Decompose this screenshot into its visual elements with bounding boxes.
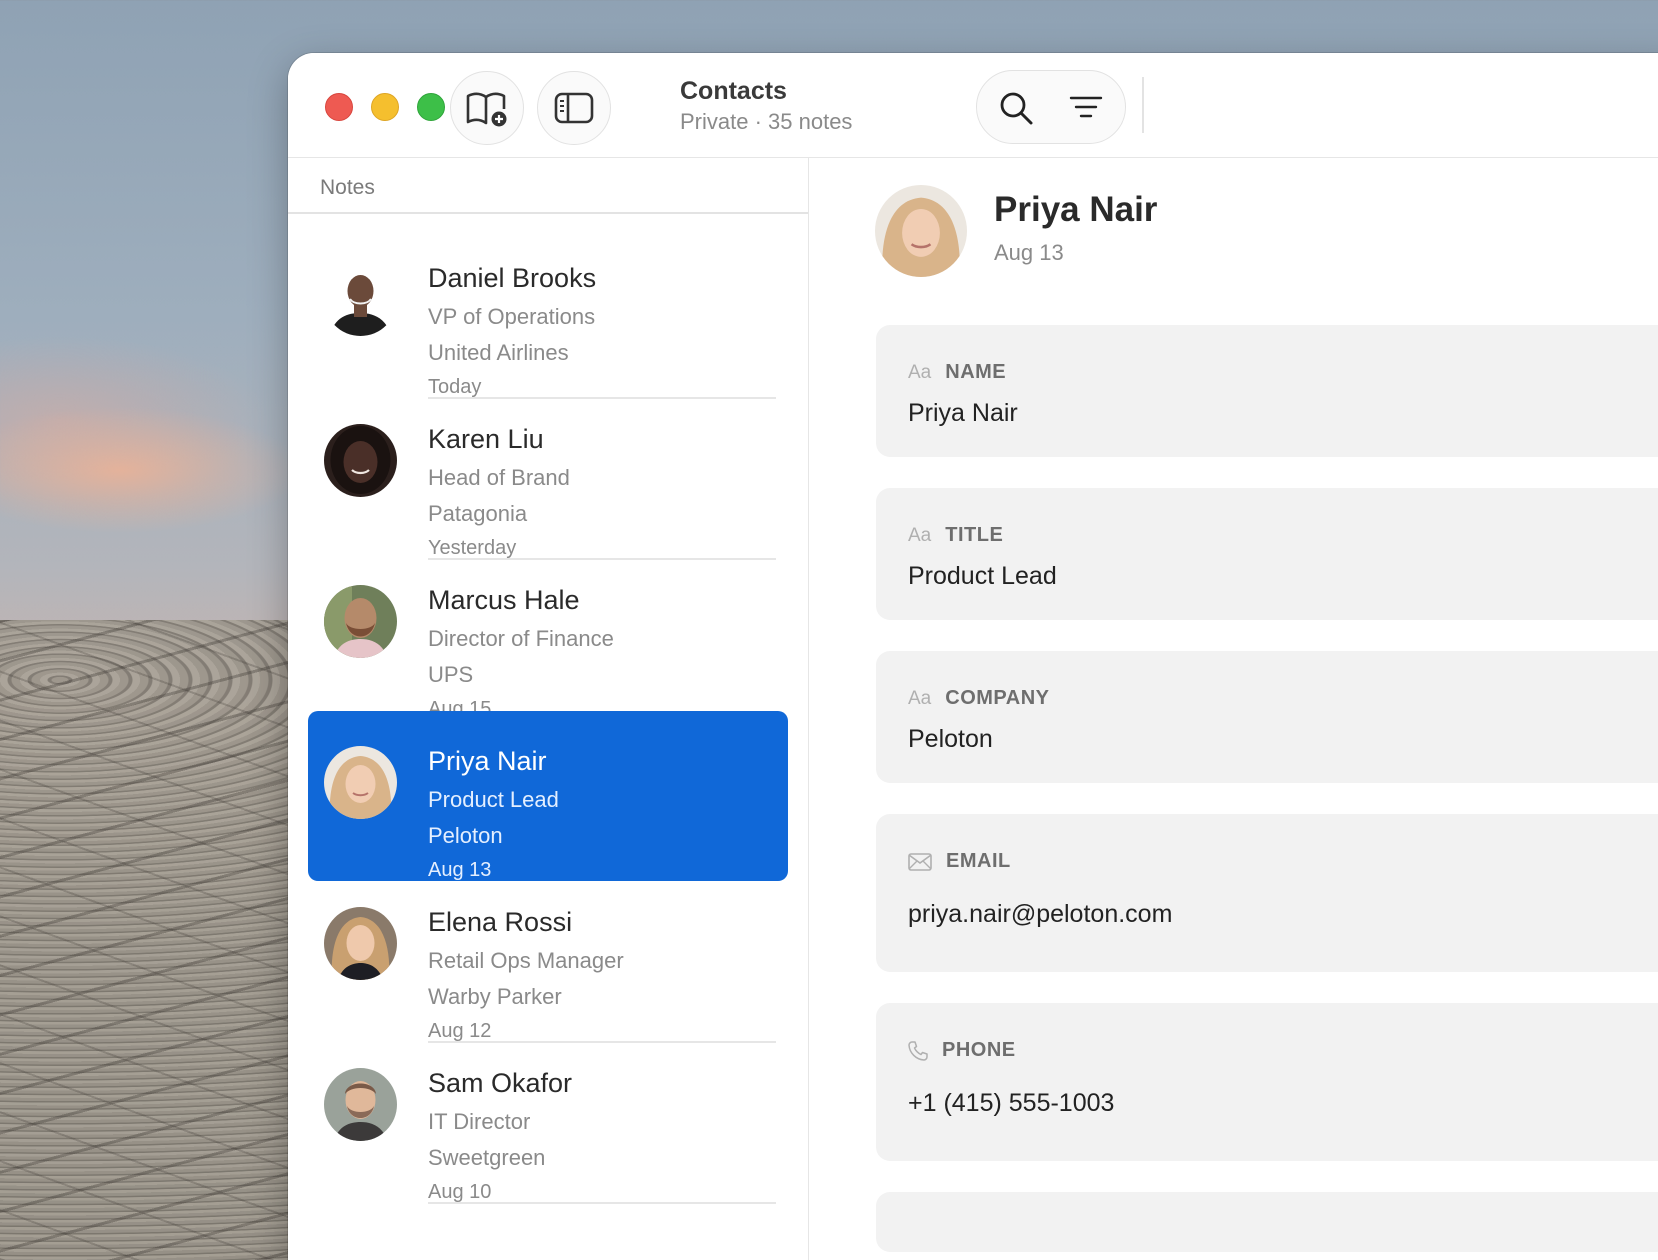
detail-avatar [875, 185, 967, 277]
contact-title: Head of Brand [428, 465, 570, 490]
avatar [324, 1068, 397, 1141]
field-value[interactable]: Priya Nair [908, 399, 1018, 428]
text-field-icon: Aa [908, 361, 932, 383]
book-plus-icon [466, 92, 507, 127]
field-next[interactable] [876, 1192, 1658, 1252]
field-company[interactable]: Aa COMPANY Peloton [876, 651, 1658, 783]
contact-name: Daniel Brooks [428, 263, 597, 293]
toolbar-divider [1142, 77, 1144, 133]
avatar [324, 746, 397, 819]
field-value[interactable]: +1 (415) 555-1003 [908, 1089, 1114, 1118]
divider [428, 1202, 776, 1204]
field-name[interactable]: Aa NAME Priya Nair [876, 325, 1658, 457]
phone-icon [908, 1040, 928, 1061]
notes-sidebar: Notes Daniel Brooks VP of Operations Uni… [288, 158, 809, 1260]
contact-company: United Airlines [428, 340, 569, 365]
field-value[interactable]: priya.nair@peloton.com [908, 900, 1172, 929]
list-item-selected[interactable]: Priya Nair Product Lead Peloton Aug 13 [308, 711, 788, 881]
filter-button[interactable] [1069, 93, 1103, 126]
detail-date: Aug 13 [994, 240, 1064, 265]
zoom-window-button[interactable] [417, 93, 445, 121]
search-button[interactable] [997, 89, 1035, 132]
contact-company: Patagonia [428, 501, 528, 526]
field-phone[interactable]: PHONE +1 (415) 555-1003 [876, 1003, 1658, 1161]
contact-title: VP of Operations [428, 304, 596, 329]
avatar [324, 424, 397, 497]
new-notebook-button[interactable] [450, 71, 524, 145]
field-label: NAME [945, 361, 1007, 383]
filter-lines-icon [1069, 96, 1103, 118]
list-item[interactable]: Daniel Brooks VP of Operations United Ai… [308, 228, 788, 399]
toolbar: Contacts Private · 35 notes [288, 53, 1658, 158]
wallpaper-texture [0, 620, 300, 1260]
search-filter-group [976, 70, 1126, 144]
sidebar-icon [554, 92, 594, 124]
field-label: COMPANY [945, 687, 1050, 709]
field-email[interactable]: EMAIL priya.nair@peloton.com [876, 814, 1658, 972]
field-label: EMAIL [946, 850, 1011, 872]
contact-title: Product Lead [428, 787, 559, 812]
field-value[interactable]: Peloton [908, 725, 993, 754]
contact-name: Marcus Hale [428, 585, 580, 615]
list-item[interactable]: Elena Rossi Retail Ops Manager Warby Par… [308, 872, 788, 1043]
note-date: Aug 10 [428, 1181, 492, 1203]
avatar [324, 263, 397, 336]
search-icon [1000, 92, 1033, 125]
list-item[interactable]: Sam Okafor IT Director Sweetgreen Aug 10 [308, 1033, 788, 1204]
field-label: TITLE [945, 524, 1004, 546]
list-item[interactable]: Marcus Hale Director of Finance UPS Aug … [308, 550, 788, 721]
field-value[interactable]: Product Lead [908, 562, 1057, 591]
contact-company: Warby Parker [428, 984, 562, 1009]
note-detail: Priya Nair Aug 13 Aa NAME Priya Nair Aa … [810, 158, 1658, 1260]
avatar [324, 907, 397, 980]
contact-name: Karen Liu [428, 424, 544, 454]
contact-company: Sweetgreen [428, 1145, 546, 1170]
close-window-button[interactable] [325, 93, 353, 121]
contact-name: Sam Okafor [428, 1068, 573, 1098]
field-label: PHONE [942, 1039, 1016, 1061]
app-window: Contacts Private · 35 notes Notes Daniel… [288, 53, 1658, 1260]
contact-name: Priya Nair [428, 746, 547, 776]
detail-name: Priya Nair [994, 190, 1158, 229]
field-title[interactable]: Aa TITLE Product Lead [876, 488, 1658, 620]
contact-title: Retail Ops Manager [428, 948, 624, 973]
avatar [324, 585, 397, 658]
window-subtitle: Private · 35 notes [680, 109, 853, 134]
text-field-icon: Aa [908, 687, 932, 709]
list-item[interactable]: Karen Liu Head of Brand Patagonia Yester… [308, 389, 788, 560]
contact-company: Peloton [428, 823, 503, 848]
sidebar-header: Notes [288, 158, 808, 214]
window-title: Contacts [680, 77, 787, 105]
envelope-icon [908, 852, 932, 871]
contact-name: Elena Rossi [428, 907, 573, 937]
toggle-sidebar-button[interactable] [537, 71, 611, 145]
text-field-icon: Aa [908, 524, 932, 546]
contact-title: IT Director [428, 1109, 531, 1134]
minimize-window-button[interactable] [371, 93, 399, 121]
contact-company: UPS [428, 662, 474, 687]
contact-title: Director of Finance [428, 626, 614, 651]
